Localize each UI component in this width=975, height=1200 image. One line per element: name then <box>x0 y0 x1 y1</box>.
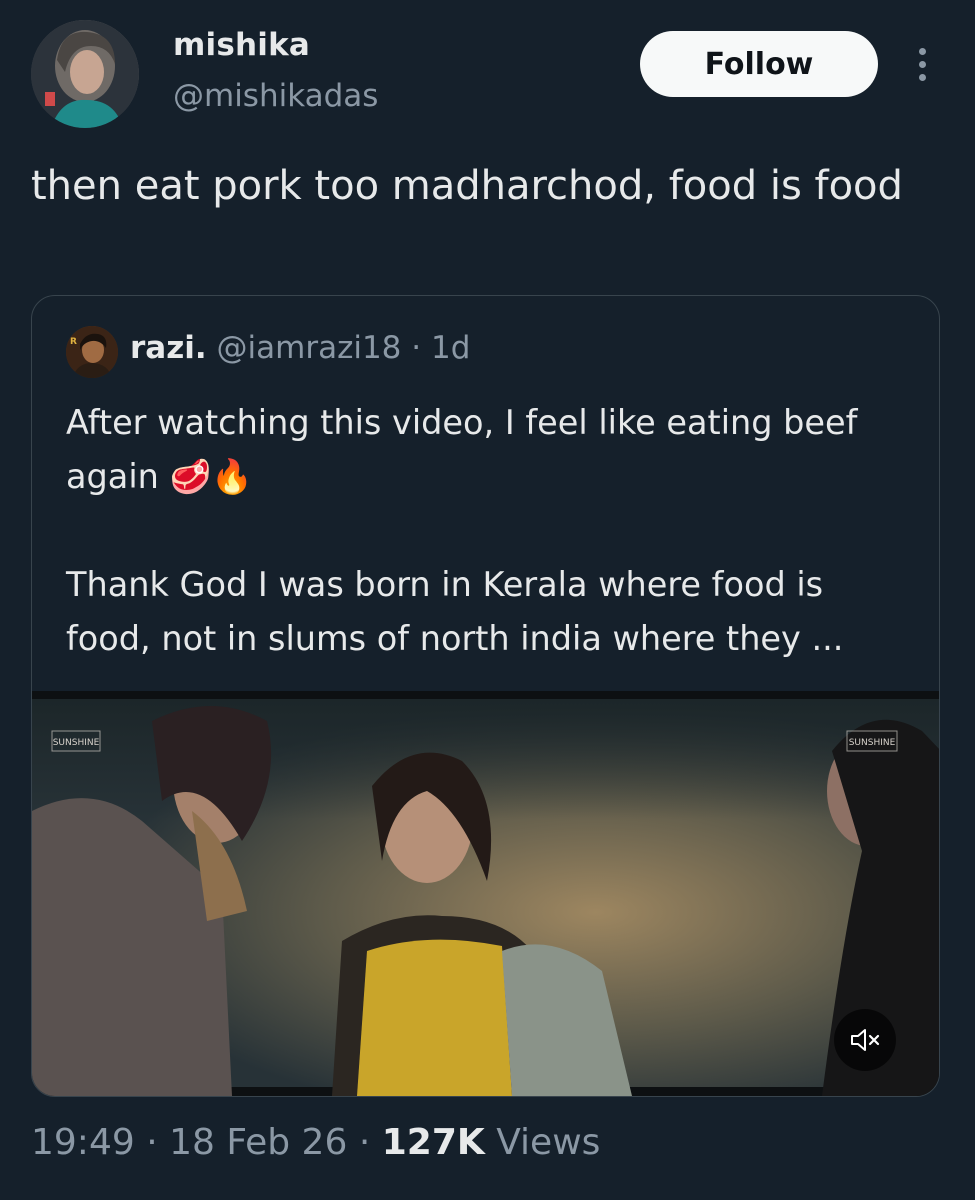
more-dot <box>918 60 926 68</box>
tweet-time[interactable]: 19:49 <box>31 1122 135 1163</box>
more-dot <box>918 47 926 55</box>
author-name[interactable]: mishika <box>173 27 310 63</box>
quoted-tweet-text: After watching this video, I feel like e… <box>66 403 858 658</box>
views-count: 127K <box>381 1122 485 1163</box>
author-avatar[interactable] <box>31 20 139 128</box>
author-handle[interactable]: @mishikadas <box>173 78 378 114</box>
tweet-text: then eat pork too madharchod, food is fo… <box>31 163 903 209</box>
quoted-separator: · <box>411 330 422 366</box>
quoted-time[interactable]: 1d <box>431 330 470 366</box>
quoted-video[interactable]: SUNSHINE SUNSHINE <box>32 691 939 1096</box>
svg-text:R: R <box>70 337 77 347</box>
follow-button[interactable]: Follow <box>640 31 878 97</box>
quoted-tweet-header: razi. @iamrazi18 · 1d <box>130 330 470 366</box>
volume-muted-icon <box>851 1029 880 1051</box>
quoted-author-avatar[interactable]: R <box>66 326 118 378</box>
more-dot <box>918 73 926 81</box>
meta-separator: · <box>146 1122 158 1163</box>
more-options-icon[interactable] <box>905 42 939 86</box>
quoted-author-handle[interactable]: @iamrazi18 <box>217 330 402 366</box>
views-label: Views <box>496 1122 601 1163</box>
watermark-left: SUNSHINE <box>53 738 100 748</box>
meta-separator: · <box>358 1122 371 1163</box>
quoted-author-name[interactable]: razi. <box>130 330 207 366</box>
tweet-meta: 19:49 · 18 Feb 26 · 127K Views <box>31 1122 600 1163</box>
mute-toggle-button[interactable] <box>834 1009 896 1071</box>
quoted-tweet-card[interactable]: R razi. @iamrazi18 · 1d After watching t… <box>31 295 940 1097</box>
watermark-right: SUNSHINE <box>849 738 896 748</box>
tweet-date[interactable]: 18 Feb 26 <box>169 1122 347 1163</box>
